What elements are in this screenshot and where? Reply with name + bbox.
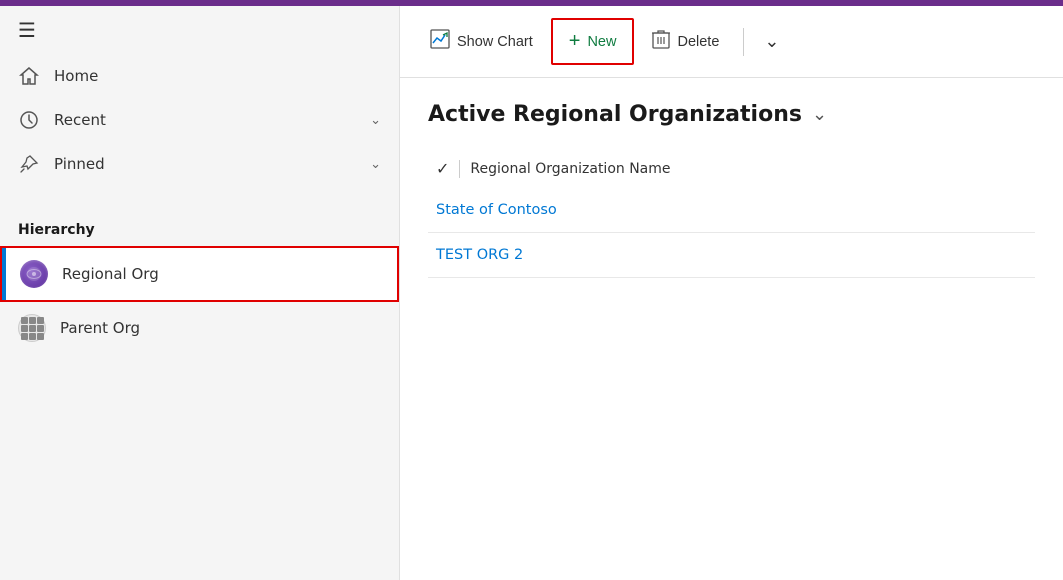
regional-org-icon: [20, 260, 48, 288]
delete-button[interactable]: Delete: [638, 21, 733, 62]
table-row[interactable]: State of Contoso: [428, 188, 1035, 233]
home-icon: [18, 66, 40, 86]
header-checkmark-icon: ✓: [436, 159, 449, 178]
header-divider: [459, 160, 460, 178]
table-row[interactable]: TEST ORG 2: [428, 233, 1035, 278]
hierarchy-item-regional-org-label: Regional Org: [62, 265, 379, 283]
toolbar-divider: [743, 28, 744, 56]
row-2-name[interactable]: TEST ORG 2: [436, 247, 523, 263]
recent-chevron-icon: ⌄: [370, 113, 381, 128]
sidebar-item-home-label: Home: [54, 67, 381, 85]
table-header-row: ✓ Regional Organization Name: [428, 149, 1035, 188]
hierarchy-item-parent-org-label: Parent Org: [60, 319, 381, 337]
view-title-row: Active Regional Organizations ⌄: [428, 102, 1035, 127]
main-content: Show Chart + New: [400, 6, 1063, 580]
recent-icon: [18, 110, 40, 130]
row-1-name[interactable]: State of Contoso: [436, 202, 557, 218]
sidebar-header: ☰: [0, 6, 399, 54]
show-chart-icon: [430, 29, 450, 54]
sidebar: ☰ Home Recent ⌄: [0, 6, 400, 580]
show-chart-button[interactable]: Show Chart: [416, 21, 547, 62]
pinned-chevron-icon: ⌄: [370, 157, 381, 172]
hierarchy-item-parent-org[interactable]: Parent Org: [0, 302, 399, 354]
data-table: ✓ Regional Organization Name State of Co…: [428, 149, 1035, 278]
toolbar: Show Chart + New: [400, 6, 1063, 78]
sidebar-item-pinned-label: Pinned: [54, 155, 356, 173]
new-plus-icon: +: [569, 30, 581, 53]
hierarchy-items: Regional Org: [0, 246, 399, 354]
new-button[interactable]: + New: [555, 22, 631, 61]
new-button-wrapper: + New: [551, 18, 635, 65]
content-area: Active Regional Organizations ⌄ ✓ Region…: [400, 78, 1063, 580]
view-title: Active Regional Organizations: [428, 102, 802, 127]
pinned-icon: [18, 154, 40, 174]
hierarchy-item-regional-org[interactable]: Regional Org: [0, 246, 399, 302]
sidebar-item-pinned[interactable]: Pinned ⌄: [0, 142, 399, 186]
sidebar-item-home[interactable]: Home: [0, 54, 399, 98]
show-chart-label: Show Chart: [457, 34, 533, 50]
delete-button-label: Delete: [677, 34, 719, 50]
hierarchy-section-label: Hierarchy: [0, 202, 399, 246]
parent-org-icon: [18, 314, 46, 342]
hamburger-menu-icon[interactable]: ☰: [18, 20, 36, 40]
view-title-chevron-icon[interactable]: ⌄: [812, 104, 827, 125]
toolbar-more-chevron-icon: ⌄: [764, 31, 779, 52]
sidebar-item-recent-label: Recent: [54, 111, 356, 129]
column-header-name: Regional Organization Name: [470, 161, 670, 177]
new-button-label: New: [587, 34, 616, 50]
delete-icon: [652, 29, 670, 54]
sidebar-nav: Home Recent ⌄: [0, 54, 399, 202]
sidebar-item-recent[interactable]: Recent ⌄: [0, 98, 399, 142]
toolbar-more-button[interactable]: ⌄: [754, 23, 789, 60]
